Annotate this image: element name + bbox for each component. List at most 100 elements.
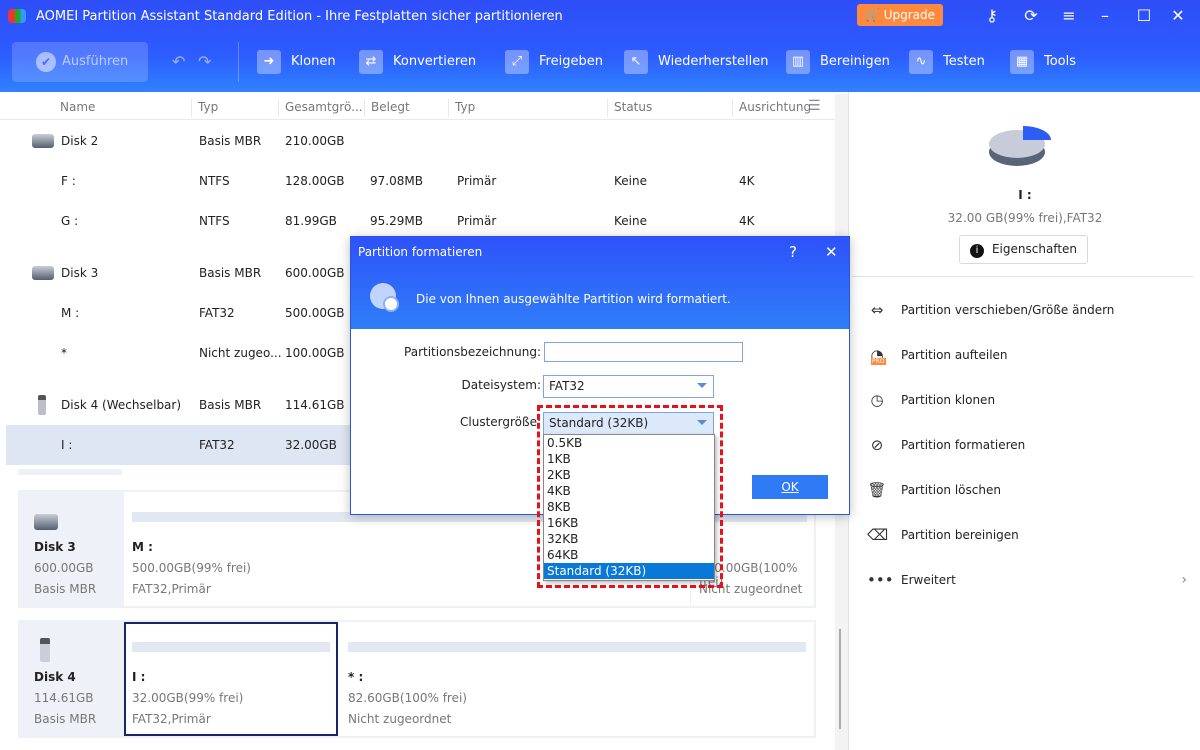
action-format[interactable]: ⊘ Partition formatieren — [867, 433, 1026, 457]
partition-label: * : — [348, 670, 364, 684]
cart-icon: 🛒 — [864, 8, 884, 22]
resize-arrows-icon: ⇔ — [870, 301, 884, 319]
upgrade-button[interactable]: 🛒 Upgrade — [857, 4, 943, 26]
partition-unallocated[interactable]: * : 82.60GB(100% frei) Nicht zugeordnet — [340, 622, 814, 736]
info-icon: i — [969, 244, 984, 258]
dialog-message: Die von Ihnen ausgewählte Partition wird… — [416, 292, 731, 306]
undo-button[interactable]: ↶ — [172, 52, 185, 71]
hdd-icon — [34, 514, 58, 530]
ok-button[interactable]: OK — [752, 475, 828, 499]
cell: * — [61, 346, 67, 360]
disk4-map[interactable]: Disk 4 114.61GB Basis MBR I : 32.00GB(99… — [18, 620, 816, 738]
test-label: Testen — [943, 54, 985, 69]
properties-button[interactable]: i Eigenschaften — [959, 235, 1088, 264]
columns-icon[interactable]: ☰ — [808, 98, 821, 114]
cell: NTFS — [199, 174, 230, 188]
action-label: Partition bereinigen — [901, 528, 1019, 542]
clone-button[interactable]: ➜ Klonen — [257, 50, 336, 74]
highlight-annotation — [537, 405, 723, 588]
clone-icon: ➜ — [257, 50, 281, 74]
cell: 97.08MB — [370, 174, 423, 188]
cell: Disk 2 — [61, 134, 99, 148]
tools-button[interactable]: ▦ Tools — [1010, 50, 1076, 74]
pulse-icon: ∿ — [909, 50, 933, 74]
cell: 128.00GB — [285, 174, 345, 188]
action-clone[interactable]: ◷ Partition klonen — [867, 388, 995, 412]
selected-drive: I : — [1018, 188, 1032, 202]
run-button[interactable]: ✔ Ausführen — [12, 42, 148, 82]
col-type2[interactable]: Typ — [448, 99, 475, 117]
pro-badge: PRO — [871, 358, 886, 365]
format-icon: ⊘ — [870, 436, 884, 454]
free-label: Freigeben — [539, 54, 603, 69]
cell: Keine — [614, 214, 647, 228]
trash-icon: 🗑 — [867, 481, 887, 499]
disk-size: 600.00GB — [34, 561, 94, 575]
col-used[interactable]: Belegt — [364, 99, 410, 117]
disk-type: Basis MBR — [34, 712, 97, 726]
col-total[interactable]: Gesamtgrö... — [278, 99, 363, 117]
format-partition-icon — [370, 283, 399, 312]
cell: 500.00GB — [285, 306, 345, 320]
maximize-button[interactable]: ☐ — [1132, 6, 1156, 25]
col-name[interactable]: Name — [54, 99, 95, 117]
disk-row[interactable]: Disk 2 Basis MBR 210.00GB — [6, 121, 835, 161]
restore-button[interactable]: ↖ Wiederherstellen — [624, 50, 768, 74]
partition-name-input[interactable] — [544, 342, 743, 362]
cell: Keine — [614, 174, 647, 188]
action-wipe[interactable]: ⌫ Partition bereinigen — [867, 523, 1019, 547]
cell: 32.00GB — [285, 438, 337, 452]
label-partition-name: Partitionsbezeichnung: — [404, 345, 541, 359]
dialog-close-button[interactable]: ✕ — [825, 243, 838, 261]
cell: G : — [61, 214, 79, 228]
convert-button[interactable]: ⇄ Konvertieren — [359, 50, 476, 74]
filesystem-select[interactable]: FAT32 — [543, 375, 714, 398]
cell: FAT32 — [199, 438, 235, 452]
toolbar-divider — [238, 42, 239, 82]
action-move-resize[interactable]: ⇔ Partition verschieben/Größe ändern — [867, 298, 1115, 322]
test-button[interactable]: ∿ Testen — [909, 50, 985, 74]
cell: I : — [61, 438, 73, 452]
redo-button[interactable]: ↷ — [198, 52, 211, 71]
action-advanced[interactable]: ••• Erweitert › — [867, 568, 1187, 592]
cell: Disk 3 — [61, 266, 99, 280]
disk4-label-panel: Disk 4 114.61GB Basis MBR — [20, 622, 124, 736]
grid-icon: ▦ — [1010, 50, 1034, 74]
cell: F : — [61, 174, 76, 188]
clone-label: Klonen — [291, 54, 336, 69]
disk-name: Disk 3 — [34, 540, 76, 554]
partition-row[interactable]: G : NTFS 81.99GB 95.29MB Primär Keine 4K — [6, 201, 835, 241]
usb-icon — [38, 395, 46, 415]
partition-label: I : — [132, 670, 146, 684]
more-dots-icon: ••• — [867, 571, 894, 589]
partition-row[interactable]: F : NTFS 128.00GB 97.08MB Primär Keine 4K — [6, 161, 835, 201]
partition-i[interactable]: I : 32.00GB(99% frei) FAT32,Primär — [124, 622, 338, 736]
usb-icon — [40, 638, 50, 662]
partition-label: M : — [132, 540, 153, 554]
close-button[interactable]: ✕ — [1166, 6, 1190, 25]
scroll-thumb[interactable] — [839, 629, 841, 729]
disk-size: 114.61GB — [34, 691, 94, 705]
wipe-button[interactable]: ▥ Bereinigen — [786, 50, 890, 74]
col-type[interactable]: Typ — [191, 99, 218, 117]
cell: 210.00GB — [285, 134, 345, 148]
minimize-button[interactable]: – — [1093, 6, 1117, 25]
filesystem-value: FAT32 — [549, 379, 585, 393]
pie-chart-icon — [989, 126, 1051, 166]
action-label: Partition löschen — [901, 483, 1001, 497]
action-delete[interactable]: 🗑 Partition löschen — [867, 478, 1001, 502]
cell: NTFS — [199, 214, 230, 228]
free-button[interactable]: ⤢ Freigeben — [505, 50, 603, 74]
col-status[interactable]: Status — [607, 99, 652, 117]
col-align[interactable]: Ausrichtung — [732, 99, 811, 117]
label-cluster-size: Clustergröße: — [460, 415, 541, 429]
app-logo-icon — [8, 9, 26, 23]
key-icon[interactable]: ⚷ — [980, 6, 1004, 25]
action-split[interactable]: ◔ PRO Partition aufteilen — [867, 343, 1008, 367]
cell: 81.99GB — [285, 214, 337, 228]
help-button[interactable]: ? — [789, 243, 797, 261]
refresh-icon[interactable]: ⟳ — [1019, 6, 1043, 25]
selected-drive-info: 32.00 GB(99% frei),FAT32 — [947, 211, 1103, 225]
menu-icon[interactable]: ≡ — [1057, 6, 1081, 25]
cell: Disk 4 (Wechselbar) — [61, 398, 182, 412]
